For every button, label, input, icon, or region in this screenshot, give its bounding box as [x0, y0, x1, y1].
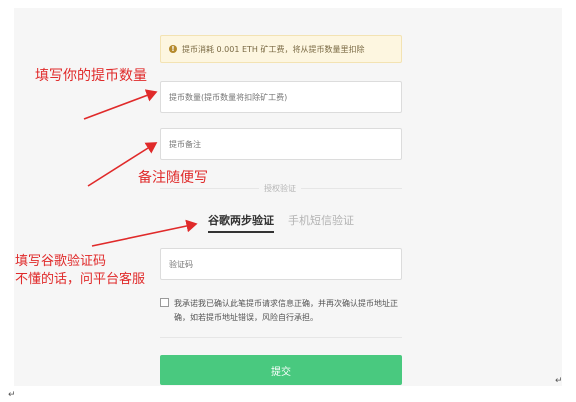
paragraph-return-mark: ↵ — [555, 376, 563, 386]
agreement-checkbox[interactable] — [160, 298, 169, 307]
divider — [160, 337, 402, 338]
agreement-text: 我承诺我已确认此笔提币请求信息正确，并再次确认提币地址正确，如若提币地址错误，风… — [174, 299, 398, 322]
verification-code-input[interactable] — [160, 248, 402, 280]
tab-google-auth[interactable]: 谷歌两步验证 — [208, 212, 274, 228]
annotation-google-line2: 不懂的话，问平台客服 — [15, 272, 146, 287]
auth-divider-label: 授权验证 — [259, 183, 301, 194]
amount-input[interactable] — [160, 81, 402, 113]
annotation-amount: 填写你的提币数量 — [35, 68, 147, 84]
annotation-google-line1: 填写谷歌验证码 — [15, 254, 107, 269]
active-tab-indicator — [208, 231, 274, 233]
submit-button[interactable]: 提交 — [160, 355, 402, 385]
annotation-google: 填写谷歌验证码 不懂的话，问平台客服 — [15, 253, 145, 289]
annotation-memo: 备注随便写 — [138, 170, 208, 186]
fee-notice-text: 提币消耗 0.001 ETH 矿工费，将从提币数量里扣除 — [182, 44, 365, 54]
fee-notice: ! 提币消耗 0.001 ETH 矿工费，将从提币数量里扣除 — [160, 35, 402, 63]
paragraph-return-mark: ↵ — [8, 390, 16, 400]
memo-input[interactable] — [160, 128, 402, 160]
tab-sms-auth[interactable]: 手机短信验证 — [288, 212, 354, 228]
warning-circle-icon: ! — [169, 45, 177, 53]
